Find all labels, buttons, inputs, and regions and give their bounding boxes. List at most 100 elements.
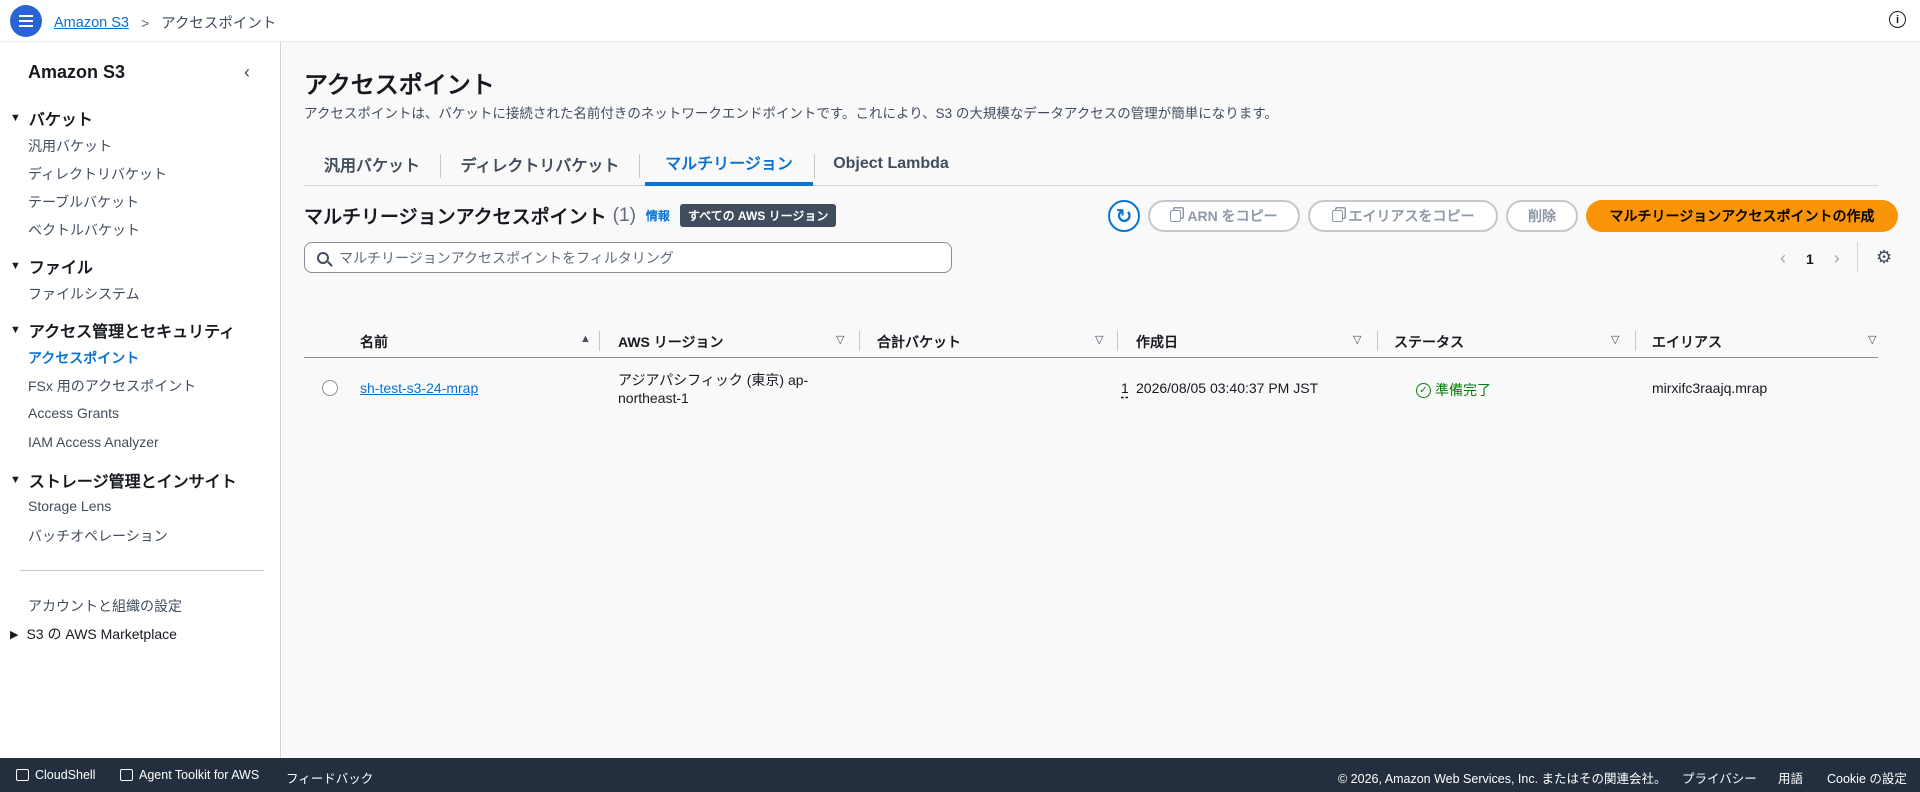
column-divider[interactable] bbox=[599, 331, 600, 351]
tab-divider bbox=[814, 154, 815, 178]
row-select-radio[interactable] bbox=[322, 380, 338, 396]
terminal-icon bbox=[16, 769, 29, 781]
info-link[interactable]: 情報 bbox=[646, 207, 670, 224]
sidebar-item-access-grants[interactable]: Access Grants bbox=[28, 405, 119, 421]
breadcrumb-link-amazon-s3[interactable]: Amazon S3 bbox=[54, 15, 129, 31]
feedback-link[interactable]: フィードバック bbox=[286, 768, 373, 787]
chevron-left-icon[interactable]: ‹ bbox=[1780, 248, 1786, 269]
column-header-created[interactable]: 作成日 bbox=[1136, 332, 1178, 352]
sort-ascending-icon[interactable]: ▲ bbox=[580, 333, 591, 345]
page-title: アクセスポイント bbox=[304, 72, 495, 99]
cookie-settings-link[interactable]: Cookie の設定 bbox=[1827, 768, 1907, 787]
column-header-total-buckets[interactable]: 合計バケット bbox=[877, 332, 961, 352]
sort-icon[interactable]: ▽ bbox=[1353, 333, 1361, 346]
section-header: マルチリージョンアクセスポイント (1) 情報 すべての AWS リージョン bbox=[304, 202, 837, 229]
tab-divider bbox=[639, 154, 640, 178]
tab-object-lambda[interactable]: Object Lambda bbox=[816, 142, 966, 186]
sidebar-section-storage-insights[interactable]: ▼ ストレージ管理とインサイト bbox=[10, 468, 237, 492]
sidebar-item-storage-lens[interactable]: Storage Lens bbox=[28, 498, 111, 514]
refresh-icon: ↻ bbox=[1115, 205, 1133, 228]
page-description: アクセスポイントは、バケットに接続された名前付きのネットワークエンドポイントです… bbox=[304, 106, 1278, 121]
column-divider[interactable] bbox=[1377, 331, 1378, 351]
sidebar-item-account-settings[interactable]: アカウントと組織の設定 bbox=[28, 596, 182, 616]
tab-general-buckets[interactable]: 汎用バケット bbox=[304, 142, 440, 186]
pagination: ‹ 1 › bbox=[1780, 248, 1840, 269]
sidebar-item-batch-operations[interactable]: バッチオペレーション bbox=[28, 526, 168, 546]
sidebar-item-directory-buckets[interactable]: ディレクトリバケット bbox=[28, 164, 167, 184]
section-title: マルチリージョンアクセスポイント bbox=[304, 207, 607, 228]
filter-input[interactable] bbox=[339, 249, 919, 266]
toolkit-icon bbox=[120, 769, 133, 781]
section-count: (1) bbox=[612, 204, 636, 226]
gear-icon[interactable]: ⚙ bbox=[1876, 247, 1892, 268]
row-alias: mirxifc3raajq.mrap bbox=[1652, 380, 1768, 396]
app-root: Amazon S3 > アクセスポイント i Amazon S3 ‹ ▼ バケット… bbox=[0, 0, 1920, 792]
sidebar: Amazon S3 ‹ ▼ バケット 汎用バケット ディレクトリバケット テーブル… bbox=[0, 42, 281, 758]
sidebar-section-access-security[interactable]: ▼ アクセス管理とセキュリティ bbox=[10, 318, 235, 342]
sidebar-title[interactable]: Amazon S3 bbox=[28, 62, 125, 83]
column-header-alias[interactable]: エイリアス bbox=[1652, 332, 1722, 352]
sidebar-item-general-buckets[interactable]: 汎用バケット bbox=[28, 136, 112, 156]
row-total-buckets[interactable]: 1 bbox=[1121, 380, 1129, 396]
row-created: 2026/08/05 03:40:37 PM JST bbox=[1136, 380, 1319, 396]
column-divider[interactable] bbox=[1635, 331, 1636, 351]
breadcrumb-current: アクセスポイント bbox=[161, 16, 277, 32]
sidebar-item-access-points[interactable]: アクセスポイント bbox=[28, 348, 139, 368]
top-bar: Amazon S3 > アクセスポイント i bbox=[0, 0, 1920, 42]
collapse-sidebar-icon[interactable]: ‹ bbox=[244, 62, 250, 83]
column-divider[interactable] bbox=[1117, 331, 1118, 351]
copy-arn-button[interactable]: ARN をコピー bbox=[1148, 200, 1300, 232]
menu-icon[interactable] bbox=[10, 5, 42, 37]
sort-icon[interactable]: ▽ bbox=[1095, 333, 1103, 346]
sidebar-item-file-systems[interactable]: ファイルシステム bbox=[28, 284, 140, 304]
chevron-right-icon[interactable]: › bbox=[1834, 248, 1840, 269]
table-header: 名前 ▲ AWS リージョン ▽ 合計バケット ▽ 作成日 ▽ ステータス ▽ … bbox=[304, 326, 1878, 358]
table-row[interactable]: sh-test-s3-24-mrap アジアパシフィック (東京) ap- no… bbox=[304, 360, 1878, 416]
sort-icon[interactable]: ▽ bbox=[836, 333, 844, 346]
breadcrumb: Amazon S3 > アクセスポイント bbox=[54, 12, 276, 33]
info-icon[interactable]: i bbox=[1889, 11, 1906, 28]
row-status: ✓ 準備完了 bbox=[1416, 380, 1491, 400]
search-icon bbox=[317, 251, 329, 264]
create-mrap-button[interactable]: マルチリージョンアクセスポイントの作成 bbox=[1586, 200, 1898, 232]
footer: CloudShell Agent Toolkit for AWS フィードバック… bbox=[0, 758, 1920, 792]
check-circle-icon: ✓ bbox=[1416, 382, 1431, 398]
refresh-button[interactable]: ↻ bbox=[1108, 200, 1140, 232]
column-header-status[interactable]: ステータス bbox=[1394, 332, 1464, 352]
caret-down-icon: ▼ bbox=[10, 474, 21, 486]
page-number[interactable]: 1 bbox=[1806, 251, 1814, 267]
terms-link[interactable]: 用語 bbox=[1778, 768, 1803, 787]
sidebar-divider bbox=[20, 570, 264, 571]
column-divider[interactable] bbox=[859, 331, 860, 351]
sidebar-section-files[interactable]: ▼ ファイル bbox=[10, 254, 93, 278]
caret-down-icon: ▼ bbox=[10, 112, 21, 124]
tab-bar: 汎用バケット ディレクトリバケット マルチリージョン Object Lambda bbox=[304, 142, 1878, 186]
agent-toolkit-button[interactable]: Agent Toolkit for AWS bbox=[120, 768, 259, 782]
region-badge: すべての AWS リージョン bbox=[679, 204, 837, 227]
sort-icon[interactable]: ▽ bbox=[1611, 333, 1619, 346]
sidebar-section-buckets[interactable]: ▼ バケット bbox=[10, 106, 93, 130]
column-header-name[interactable]: 名前 bbox=[360, 332, 388, 352]
cloudshell-button[interactable]: CloudShell bbox=[16, 768, 95, 782]
row-name-link[interactable]: sh-test-s3-24-mrap bbox=[360, 380, 478, 396]
sidebar-item-table-buckets[interactable]: テーブルバケット bbox=[28, 192, 139, 212]
sidebar-item-marketplace[interactable]: ▶ S3 の AWS Marketplace bbox=[10, 624, 177, 644]
privacy-link[interactable]: プライバシー bbox=[1682, 768, 1757, 787]
copy-alias-button[interactable]: エイリアスをコピー bbox=[1308, 200, 1498, 232]
caret-down-icon: ▼ bbox=[10, 260, 21, 272]
sidebar-item-fsx-access-points[interactable]: FSx 用のアクセスポイント bbox=[28, 376, 196, 396]
tab-directory-buckets[interactable]: ディレクトリバケット bbox=[441, 142, 639, 186]
sidebar-item-vector-buckets[interactable]: ベクトルバケット bbox=[28, 220, 140, 240]
caret-down-icon: ▼ bbox=[10, 324, 21, 336]
delete-button[interactable]: 削除 bbox=[1506, 200, 1578, 232]
copy-icon bbox=[1170, 210, 1182, 222]
sidebar-item-iam-access-analyzer[interactable]: IAM Access Analyzer bbox=[28, 434, 159, 450]
column-header-region[interactable]: AWS リージョン bbox=[618, 332, 724, 352]
caret-right-icon: ▶ bbox=[10, 628, 19, 641]
copy-icon bbox=[1331, 210, 1343, 222]
tab-multi-region[interactable]: マルチリージョン bbox=[645, 142, 813, 186]
filter-search bbox=[304, 242, 952, 273]
chevron-right-icon: > bbox=[140, 14, 150, 31]
sort-icon[interactable]: ▽ bbox=[1868, 333, 1876, 346]
copyright-text: © 2026, Amazon Web Services, Inc. またはその関… bbox=[1338, 772, 1667, 786]
